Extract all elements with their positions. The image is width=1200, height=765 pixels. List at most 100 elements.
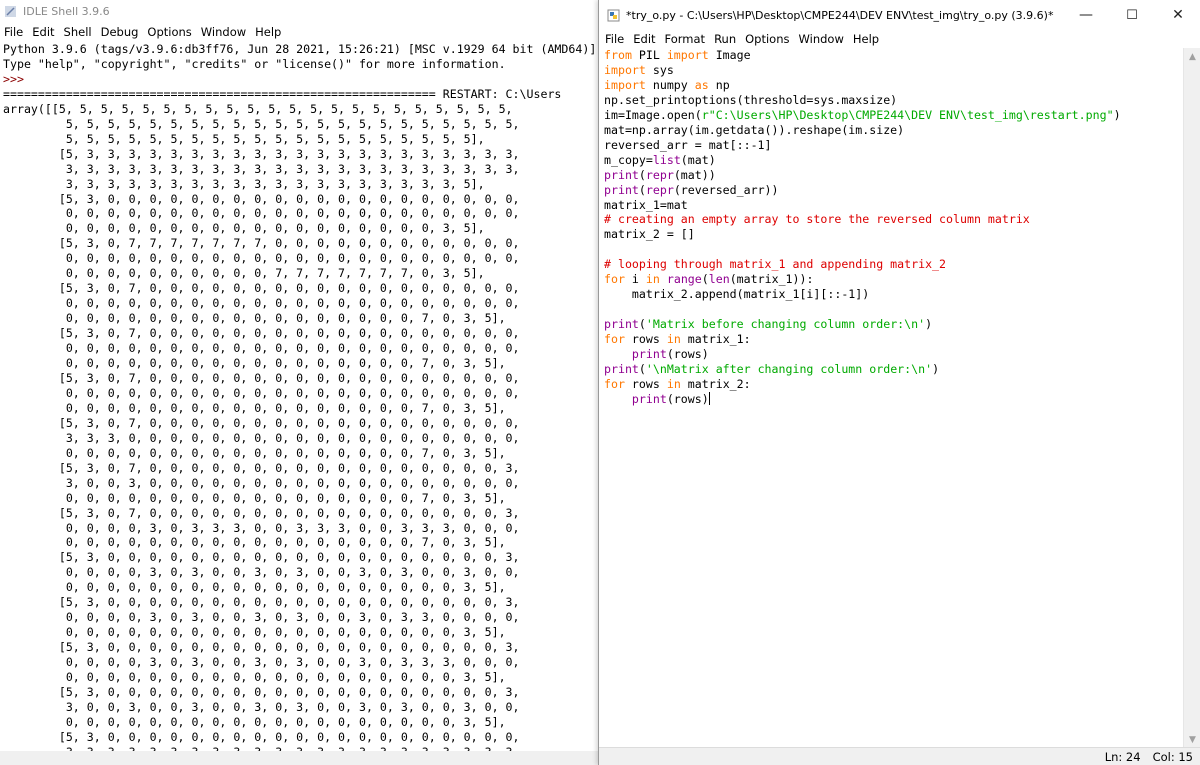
editor-menu-run[interactable]: Run (714, 32, 736, 46)
code-line: import numpy as np (604, 78, 1121, 93)
shell-output[interactable]: Python 3.9.6 (tags/v3.9.6:db3ff76, Jun 2… (3, 42, 596, 760)
code-line: # looping through matrix_1 and appending… (604, 257, 1121, 272)
shell-menu-debug[interactable]: Debug (101, 25, 139, 39)
shell-line: [5, 3, 0, 0, 0, 0, 0, 0, 0, 0, 0, 0, 0, … (3, 550, 520, 565)
shell-menu-file[interactable]: File (4, 25, 23, 39)
code-token: matrix_2 = [] (604, 227, 695, 242)
shell-line: 0, 0, 0, 0, 0, 0, 0, 0, 0, 0, 0, 0, 0, 0… (3, 311, 506, 326)
editor-menu-help[interactable]: Help (853, 32, 879, 46)
code-token: np.set_printoptions(threshold=sys.maxsiz… (604, 92, 898, 107)
code-token: import (666, 48, 709, 62)
code-token: import (604, 77, 646, 92)
code-token: as (694, 77, 709, 92)
code-line: for rows in matrix_2: (604, 377, 1121, 392)
shell-line: 0, 0, 0, 0, 0, 0, 0, 0, 0, 0, 0, 0, 0, 0… (3, 206, 520, 221)
code-editor[interactable]: from PIL import Image import sys import nu… (604, 48, 1121, 407)
editor-menu-format[interactable]: Format (665, 32, 706, 46)
code-token: ( (701, 272, 709, 287)
shell-line: 0, 0, 0, 0, 0, 0, 0, 0, 0, 0, 0, 0, 0, 0… (3, 385, 520, 400)
editor-window: *try_o.py - C:\Users\HP\Desktop\CMPE244\… (598, 0, 1200, 765)
shell-menu-options[interactable]: Options (147, 25, 191, 39)
shell-line: [5, 3, 3, 3, 3, 3, 3, 3, 3, 3, 3, 3, 3, … (3, 146, 520, 161)
close-button[interactable]: ✕ (1155, 0, 1200, 30)
code-token: # looping through matrix_1 and appending… (604, 257, 947, 272)
shell-line: [5, 3, 0, 0, 0, 0, 0, 0, 0, 0, 0, 0, 0, … (3, 191, 520, 206)
shell-line: 5, 5, 5, 5, 5, 5, 5, 5, 5, 5, 5, 5, 5, 5… (3, 131, 485, 146)
shell-line: 0, 0, 0, 0, 0, 0, 0, 0, 0, 0, 0, 0, 0, 0… (3, 714, 506, 729)
code-token: matrix_2: (680, 376, 751, 391)
shell-line: [5, 3, 0, 7, 0, 0, 0, 0, 0, 0, 0, 0, 0, … (3, 505, 520, 520)
code-line: for rows in matrix_1: (604, 332, 1121, 347)
shell-menu-edit[interactable]: Edit (32, 25, 54, 39)
code-token: (matrix_1)): (729, 272, 814, 287)
shell-menu-shell[interactable]: Shell (64, 25, 92, 39)
code-token: (mat)) (673, 167, 716, 182)
code-token: ) (925, 317, 933, 332)
code-token: im=Image.open( (604, 107, 702, 122)
shell-line: 0, 0, 0, 0, 0, 0, 0, 0, 0, 0, 0, 0, 0, 0… (3, 580, 506, 595)
code-token: mat=np.array(im.getdata()).reshape(im.si… (604, 122, 905, 137)
code-token: (reversed_arr)) (673, 182, 779, 197)
code-token: ) (932, 362, 940, 377)
shell-line: 0, 0, 0, 0, 0, 0, 0, 0, 0, 0, 7, 7, 7, 7… (3, 266, 485, 281)
shell-line: 0, 0, 0, 0, 0, 0, 0, 0, 0, 0, 0, 0, 0, 0… (3, 490, 506, 505)
code-token: list (652, 152, 681, 167)
code-line: matrix_2.append(matrix_1[i][::-1]) (604, 287, 1121, 302)
code-token: ( (638, 317, 646, 332)
editor-menu-edit[interactable]: Edit (633, 32, 655, 46)
code-line: m_copy=list(mat) (604, 153, 1121, 168)
idle-shell-window: IDLE Shell 3.9.6 File Edit Shell Debug Optio… (0, 0, 598, 765)
code-token: PIL (631, 48, 667, 62)
code-token: print (604, 167, 639, 182)
code-token: m_copy= (604, 152, 653, 167)
shell-line: [5, 3, 0, 7, 0, 0, 0, 0, 0, 0, 0, 0, 0, … (3, 370, 520, 385)
status-column-number: Col: 15 (1152, 749, 1193, 764)
code-line: print(repr(reversed_arr)) (604, 183, 1121, 198)
shell-titlebar[interactable]: IDLE Shell 3.9.6 (0, 0, 598, 22)
code-token: reversed_arr = mat[::-1] (604, 137, 772, 152)
code-token: ( (638, 167, 646, 182)
scroll-down-arrow-icon[interactable]: ▼ (1184, 731, 1200, 748)
code-token: in (666, 376, 681, 391)
minimize-button[interactable]: — (1063, 0, 1109, 30)
editor-menu-window[interactable]: Window (799, 32, 844, 46)
code-line: print(rows) (604, 391, 1121, 407)
code-token: numpy (645, 77, 695, 92)
shell-line: 0, 0, 0, 0, 0, 0, 0, 0, 0, 0, 0, 0, 0, 0… (3, 445, 506, 460)
maximize-button[interactable]: ☐ (1109, 0, 1155, 30)
editor-menu-options[interactable]: Options (745, 32, 789, 46)
code-line: import sys (604, 63, 1121, 78)
code-token: range (666, 272, 702, 287)
code-token: np (708, 77, 730, 92)
code-line: from PIL import Image (604, 48, 1121, 63)
shell-menu-help[interactable]: Help (255, 25, 281, 39)
code-line: print('\nMatrix after changing column or… (604, 362, 1121, 377)
shell-line: [5, 3, 0, 7, 0, 0, 0, 0, 0, 0, 0, 0, 0, … (3, 415, 520, 430)
idle-feather-icon (4, 5, 17, 18)
editor-vertical-scrollbar[interactable]: ▲ ▼ (1183, 48, 1200, 748)
shell-line: 0, 0, 0, 0, 0, 0, 0, 0, 0, 0, 0, 0, 0, 0… (3, 625, 506, 640)
editor-menu-file[interactable]: File (605, 32, 624, 46)
shell-line: 0, 0, 0, 0, 0, 0, 0, 0, 0, 0, 0, 0, 0, 0… (3, 535, 506, 550)
code-token: repr (645, 182, 674, 197)
code-token: Image (708, 48, 751, 62)
code-token: i (624, 272, 646, 287)
editor-menubar: File Edit Format Run Options Window Help (599, 30, 1200, 48)
code-token: (rows) (666, 347, 709, 362)
code-line: np.set_printoptions(threshold=sys.maxsiz… (604, 93, 1121, 108)
shell-menubar: File Edit Shell Debug Options Window Help (0, 22, 598, 42)
shell-line: 3, 0, 0, 3, 0, 0, 3, 0, 0, 3, 0, 3, 0, 0… (3, 699, 520, 714)
code-token: matrix_1: (680, 332, 751, 347)
scroll-up-arrow-icon[interactable]: ▲ (1184, 48, 1200, 65)
code-token: sys (645, 62, 674, 77)
code-line: # creating an empty array to store the r… (604, 212, 1121, 227)
shell-line: Type "help", "copyright", "credits" or "… (3, 56, 506, 71)
code-token: ) (1113, 107, 1121, 122)
shell-menu-window[interactable]: Window (201, 25, 246, 39)
code-line: reversed_arr = mat[::-1] (604, 138, 1121, 153)
shell-horizontal-scrollbar[interactable] (0, 751, 598, 765)
shell-line: [5, 3, 0, 0, 0, 0, 0, 0, 0, 0, 0, 0, 0, … (3, 595, 520, 610)
code-token: (rows) (666, 391, 709, 406)
code-token: in (666, 332, 681, 347)
